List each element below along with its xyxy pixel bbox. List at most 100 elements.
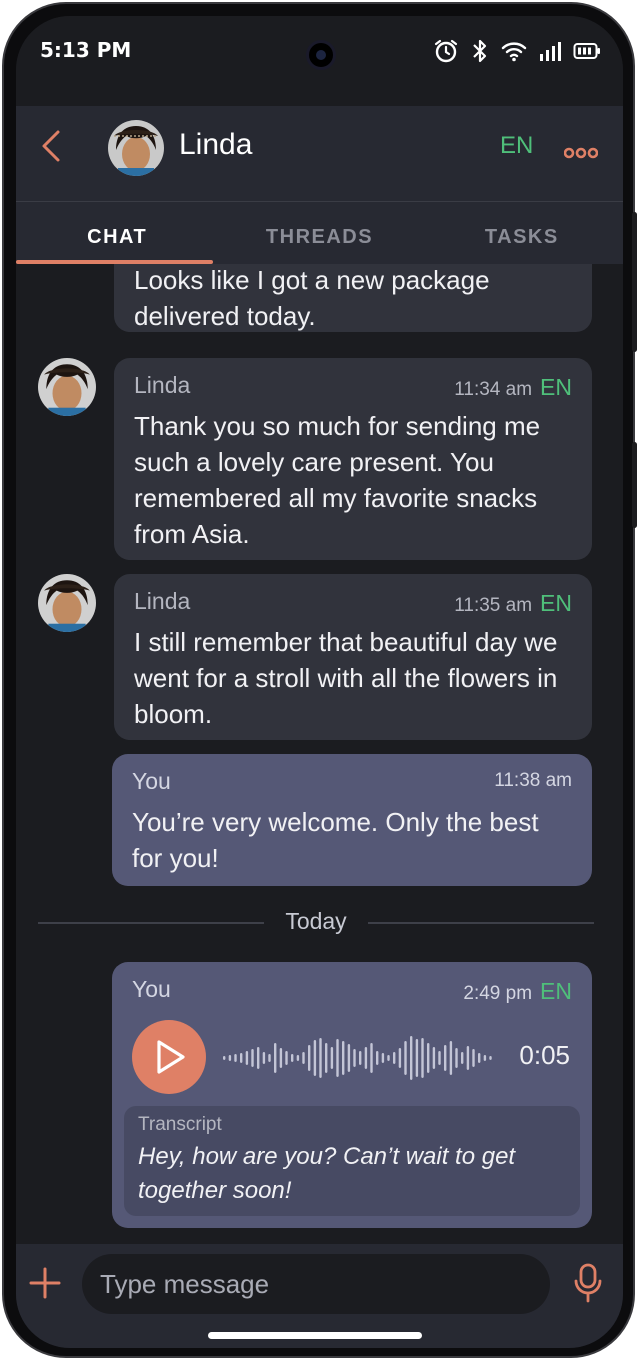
tab-threads[interactable]: THREADS — [218, 202, 420, 264]
waveform-bar — [245, 1051, 249, 1065]
screen: 5:13 PM Linda EN CHAT THREADS TASKS Look… — [16, 16, 623, 1348]
language-indicator[interactable]: EN — [500, 132, 533, 160]
waveform-bar — [421, 1038, 424, 1078]
waveform-bar — [359, 1051, 362, 1065]
tab-bar: CHAT THREADS TASKS — [16, 202, 623, 264]
waveform-bar — [330, 1047, 334, 1069]
message-bubble[interactable]: Linda 11:35 am EN I still remember that … — [114, 574, 592, 740]
tab-tasks[interactable]: TASKS — [421, 202, 623, 264]
contact-name: Linda — [179, 128, 253, 161]
composer-bar — [16, 1244, 623, 1348]
waveform-bar — [370, 1043, 373, 1073]
front-camera — [306, 40, 336, 70]
message-language[interactable]: EN — [540, 978, 572, 1005]
waveform-bar — [387, 1055, 390, 1061]
signal-icon — [540, 42, 561, 61]
tab-chat[interactable]: CHAT — [16, 202, 218, 264]
message-text: Looks like I got a new package delivered… — [134, 265, 490, 331]
waveform-bar — [296, 1055, 300, 1061]
waveform-bar — [472, 1049, 475, 1067]
wifi-icon — [501, 42, 527, 62]
waveform-bar — [223, 1056, 226, 1060]
waveform-bar — [444, 1045, 447, 1071]
waveform-bar — [461, 1052, 464, 1064]
plus-icon[interactable] — [28, 1266, 62, 1300]
microphone-icon[interactable] — [572, 1262, 604, 1304]
waveform-bar — [410, 1036, 413, 1080]
transcript-text: Hey, how are you? Can’t wait to get toge… — [138, 1143, 516, 1204]
play-icon — [157, 1040, 185, 1074]
message-text: Thank you so much for sending me such a … — [134, 411, 541, 549]
message-input-container — [82, 1254, 550, 1314]
waveform-bar — [466, 1046, 470, 1070]
message-list[interactable]: Looks like I got a new package delivered… — [16, 264, 623, 1244]
power-button — [632, 442, 637, 528]
waveform-bar — [234, 1054, 237, 1062]
waveform-bar — [427, 1043, 430, 1073]
waveform-bar — [257, 1047, 260, 1069]
waveform-bar — [404, 1041, 407, 1075]
battery-icon — [573, 43, 600, 59]
message-meta: 2:49 pm EN — [463, 978, 572, 1005]
waveform-bar — [393, 1052, 396, 1064]
bluetooth-icon — [473, 39, 487, 63]
waveform-bar — [319, 1038, 322, 1078]
waveform-bar — [313, 1040, 317, 1076]
chevron-left-icon[interactable] — [38, 126, 66, 166]
waveform-bar — [285, 1051, 288, 1065]
status-icons — [433, 38, 601, 64]
play-button[interactable] — [132, 1020, 206, 1094]
message-meta: 11:35 am EN — [454, 590, 572, 617]
waveform-bar — [381, 1053, 385, 1063]
message-input[interactable] — [100, 1254, 530, 1314]
message-sender: Linda — [134, 588, 191, 614]
message-sender: You — [132, 768, 171, 794]
phone-frame: 5:13 PM Linda EN CHAT THREADS TASKS Look… — [2, 2, 637, 1358]
message-time: 11:38 am — [494, 770, 572, 791]
transcript-box: Transcript Hey, how are you? Can’t wait … — [124, 1106, 580, 1216]
message-language[interactable]: EN — [540, 590, 572, 617]
status-time: 5:13 PM — [40, 38, 132, 62]
home-indicator[interactable] — [208, 1332, 422, 1339]
message-bubble[interactable]: You 11:38 am You’re very welcome. Only t… — [112, 754, 592, 886]
alarm-icon — [434, 39, 458, 63]
waveform-bar — [240, 1053, 243, 1063]
date-divider-label: Today — [285, 908, 347, 934]
message-time: 11:35 am — [454, 595, 533, 616]
waveform-bar — [291, 1054, 294, 1062]
waveform-bar — [279, 1048, 283, 1068]
waveform-bar — [228, 1055, 232, 1061]
message-bubble[interactable]: Linda 11:34 am EN Thank you so much for … — [114, 358, 592, 560]
waveform-bar — [251, 1049, 254, 1067]
message-language[interactable]: EN — [540, 374, 572, 401]
audio-waveform[interactable] — [222, 1030, 494, 1086]
waveform-bar — [274, 1043, 277, 1073]
avatar[interactable] — [38, 358, 96, 416]
chat-header: Linda EN — [16, 106, 623, 202]
waveform-bar — [353, 1049, 356, 1067]
message-meta: 11:38 am — [494, 770, 572, 792]
waveform-bar — [455, 1048, 458, 1068]
message-meta: 11:34 am EN — [454, 374, 572, 401]
waveform-bar — [483, 1055, 487, 1061]
waveform-bar — [478, 1053, 481, 1063]
date-divider: Today — [38, 908, 594, 938]
waveform-bar — [398, 1048, 402, 1068]
message-text: I still remember that beautiful day we w… — [134, 627, 558, 729]
voice-message-bubble[interactable]: You 2:49 pm EN 0:05 Transcript Hey, how … — [112, 962, 592, 1228]
more-dots-icon[interactable] — [564, 146, 598, 160]
waveform-bar — [308, 1045, 311, 1071]
waveform-bar — [376, 1051, 379, 1065]
message-time: 11:34 am — [454, 379, 533, 400]
waveform-bar — [449, 1041, 453, 1075]
waveform-bar — [438, 1051, 441, 1065]
waveform-bar — [336, 1039, 339, 1077]
waveform-bar — [302, 1052, 305, 1064]
message-bubble[interactable]: Looks like I got a new package delivered… — [114, 264, 592, 332]
message-sender: You — [132, 976, 171, 1002]
waveform-bar — [268, 1054, 271, 1062]
avatar[interactable] — [38, 574, 96, 632]
waveform-bar — [325, 1043, 328, 1073]
waveform-bar — [489, 1056, 492, 1060]
contact-avatar[interactable] — [108, 120, 164, 176]
